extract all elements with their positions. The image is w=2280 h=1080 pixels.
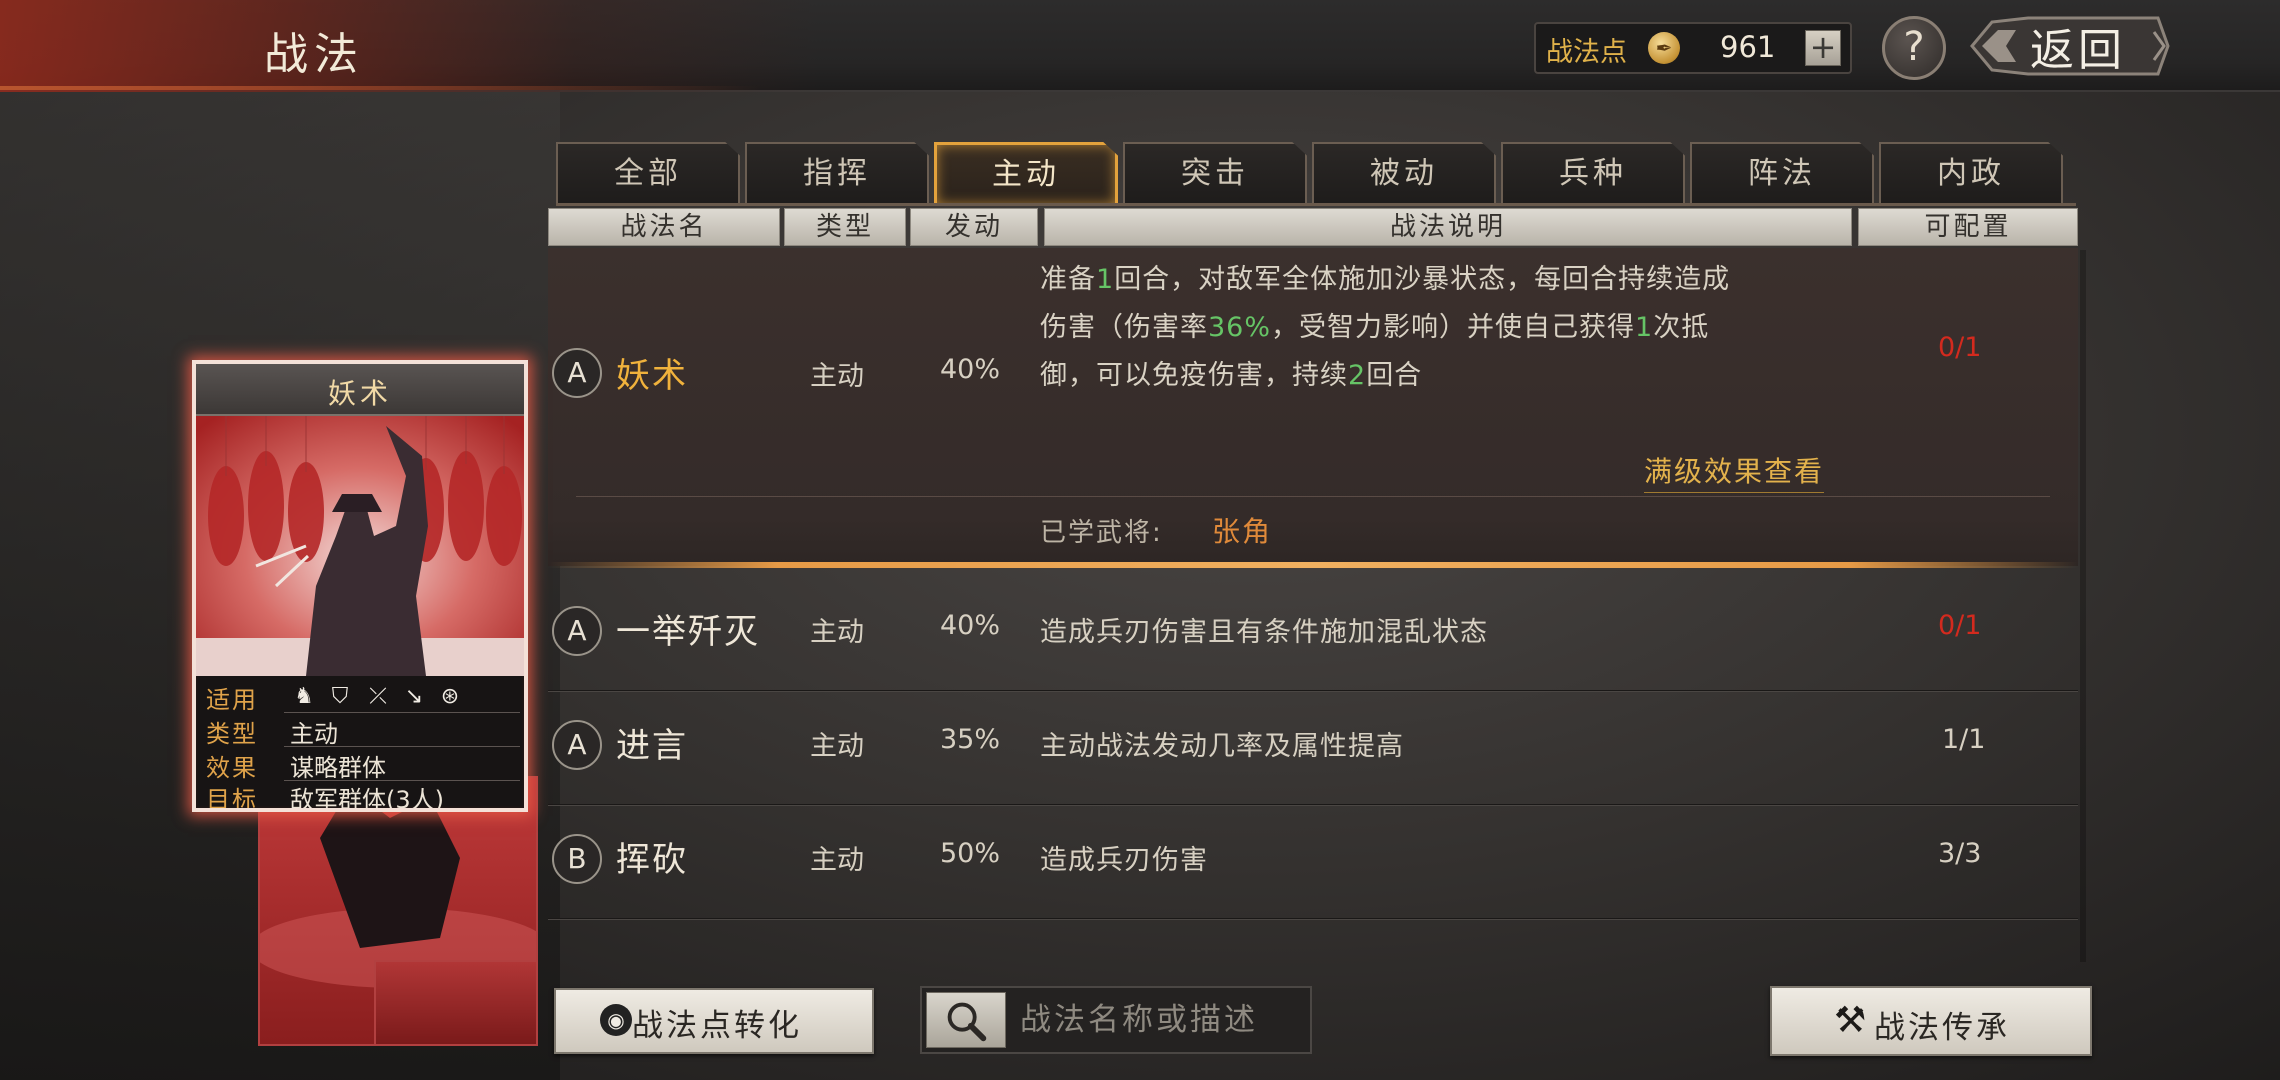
tactic-points-label: 战法点 [1546, 37, 1627, 68]
row-divider [576, 496, 2050, 497]
config-count: 3/3 [1938, 838, 1982, 869]
max-level-effect-link[interactable]: 满级效果查看 [1644, 450, 1825, 493]
skill-rate: 50% [940, 838, 1001, 869]
skill-description: 造成兵刃伤害且有条件施加混乱状态 [1040, 617, 1488, 648]
tab-all[interactable]: 全部 [556, 142, 740, 204]
skill-description: 主动战法发动几率及属性提高 [1040, 731, 1404, 762]
card-type-label: 类型 [206, 720, 258, 748]
convert-points-label[interactable]: 战法点转化 [632, 1000, 802, 1045]
hammer-icon[interactable]: ⚒ [1834, 1000, 1866, 1041]
card-stack-back-2 [374, 960, 538, 1046]
config-count: 1/1 [1942, 724, 1986, 755]
table-row[interactable]: B 挥砍 主动 50% 造成兵刃伤害 3/3 [548, 814, 2078, 924]
column-header-name[interactable]: 战法名 [548, 208, 780, 246]
spear-icon: ↘ [404, 684, 424, 709]
skill-type: 主动 [810, 731, 864, 762]
skill-rate: 35% [940, 724, 1001, 755]
card-target-label: 目标 [206, 786, 258, 812]
skill-type: 主动 [810, 617, 864, 648]
help-button[interactable]: ? [1882, 16, 1946, 80]
skill-rate: 40% [940, 610, 1001, 641]
card-info-panel: 适用 ♞ ⛉ ⤫ ↘ ⊛ 类型 主动 效果 谋略群体 目标 敌军群体(3人) [196, 676, 524, 812]
card-effect-label: 效果 [206, 754, 258, 782]
row-divider [548, 690, 2078, 692]
tab-formation[interactable]: 阵法 [1690, 142, 1874, 204]
config-count: 0/1 [1938, 610, 1982, 641]
table-row-selected[interactable]: A 妖术 主动 40% 准备1回合，对敌军全体施加沙暴状态，每回合持续造成 伤害… [548, 248, 2078, 568]
card-artwork [196, 416, 524, 676]
grade-badge: A [552, 720, 602, 770]
title-underline [0, 86, 760, 90]
skill-description: 造成兵刃伤害 [1040, 845, 1208, 876]
card-type-value: 主动 [290, 720, 338, 748]
skill-inherit-label[interactable]: 战法传承 [1874, 1002, 2010, 1047]
skill-name: 进言 [616, 726, 688, 766]
selected-row-glow [548, 562, 2078, 568]
card-divider [284, 746, 520, 747]
card-target-value: 敌军群体(3人) [290, 786, 444, 812]
card-effect-value: 谋略群体 [290, 754, 386, 782]
skill-name: 一举歼灭 [616, 612, 760, 652]
wheel-icon: ⊛ [440, 684, 460, 709]
title-glow [0, 0, 820, 92]
tab-internal[interactable]: 内政 [1879, 142, 2063, 204]
grade-badge: A [552, 348, 602, 398]
tab-assault[interactable]: 突击 [1123, 142, 1307, 204]
skill-list[interactable]: A 妖术 主动 40% 准备1回合，对敌军全体施加沙暴状态，每回合持续造成 伤害… [548, 248, 2078, 964]
shield-icon: ⛉ [331, 684, 349, 709]
tab-underline [556, 203, 2076, 206]
card-title: 妖术 [327, 377, 392, 410]
swirl-icon[interactable]: ◉ [600, 1004, 632, 1036]
card-divider [284, 712, 520, 713]
skill-type: 主动 [810, 845, 864, 876]
skill-type: 主动 [810, 361, 864, 392]
feather-coin-icon: ✒ [1648, 32, 1680, 64]
tab-command[interactable]: 指挥 [745, 142, 929, 204]
row-divider [548, 918, 2078, 920]
learned-general-name[interactable]: 张角 [1212, 510, 1272, 550]
skill-rate: 40% [940, 354, 1001, 385]
list-scrollbar[interactable] [2080, 250, 2086, 962]
column-header-rate[interactable]: 发动 [910, 208, 1038, 246]
config-count: 0/1 [1938, 332, 1982, 363]
learned-generals-label: 已学武将: [1040, 518, 1163, 548]
card-apply-label: 适用 [206, 686, 258, 714]
table-row[interactable]: A 进言 主动 35% 主动战法发动几率及属性提高 1/1 [548, 700, 2078, 810]
back-label[interactable]: 返回 [2030, 14, 2126, 78]
skill-name: 挥砍 [616, 840, 688, 880]
add-points-button[interactable]: + [1805, 30, 1841, 66]
tab-active[interactable]: 主动 [934, 142, 1118, 204]
skill-name: 妖术 [616, 356, 688, 396]
skill-card[interactable]: 妖术 适用 ♞ ⛉ ⤫ ↘ ⊛ 类型 主动 效果 谋略群体 目标 敌军群体(3人… [192, 360, 528, 812]
grade-badge: A [552, 606, 602, 656]
tab-troop[interactable]: 兵种 [1501, 142, 1685, 204]
column-header-config[interactable]: 可配置 [1858, 208, 2078, 246]
tactic-points-value: 961 [1720, 30, 1776, 64]
column-header-type[interactable]: 类型 [784, 208, 906, 246]
bow-icon: ⤫ [369, 684, 387, 709]
column-header-desc: 战法说明 [1044, 208, 1852, 246]
row-divider [548, 804, 2078, 806]
magnifier-icon[interactable] [926, 992, 1006, 1048]
grade-badge: B [552, 834, 602, 884]
page-title: 战法 [264, 29, 364, 80]
tab-passive[interactable]: 被动 [1312, 142, 1496, 204]
skill-description: 准备1回合，对敌军全体施加沙暴状态，每回合持续造成 伤害（伤害率36%，受智力影… [1040, 264, 1731, 391]
table-row[interactable]: A 一举歼灭 主动 40% 造成兵刃伤害且有条件施加混乱状态 0/1 [548, 586, 2078, 696]
search-input[interactable] [1020, 998, 1300, 1042]
cavalry-icon: ♞ [294, 684, 314, 709]
